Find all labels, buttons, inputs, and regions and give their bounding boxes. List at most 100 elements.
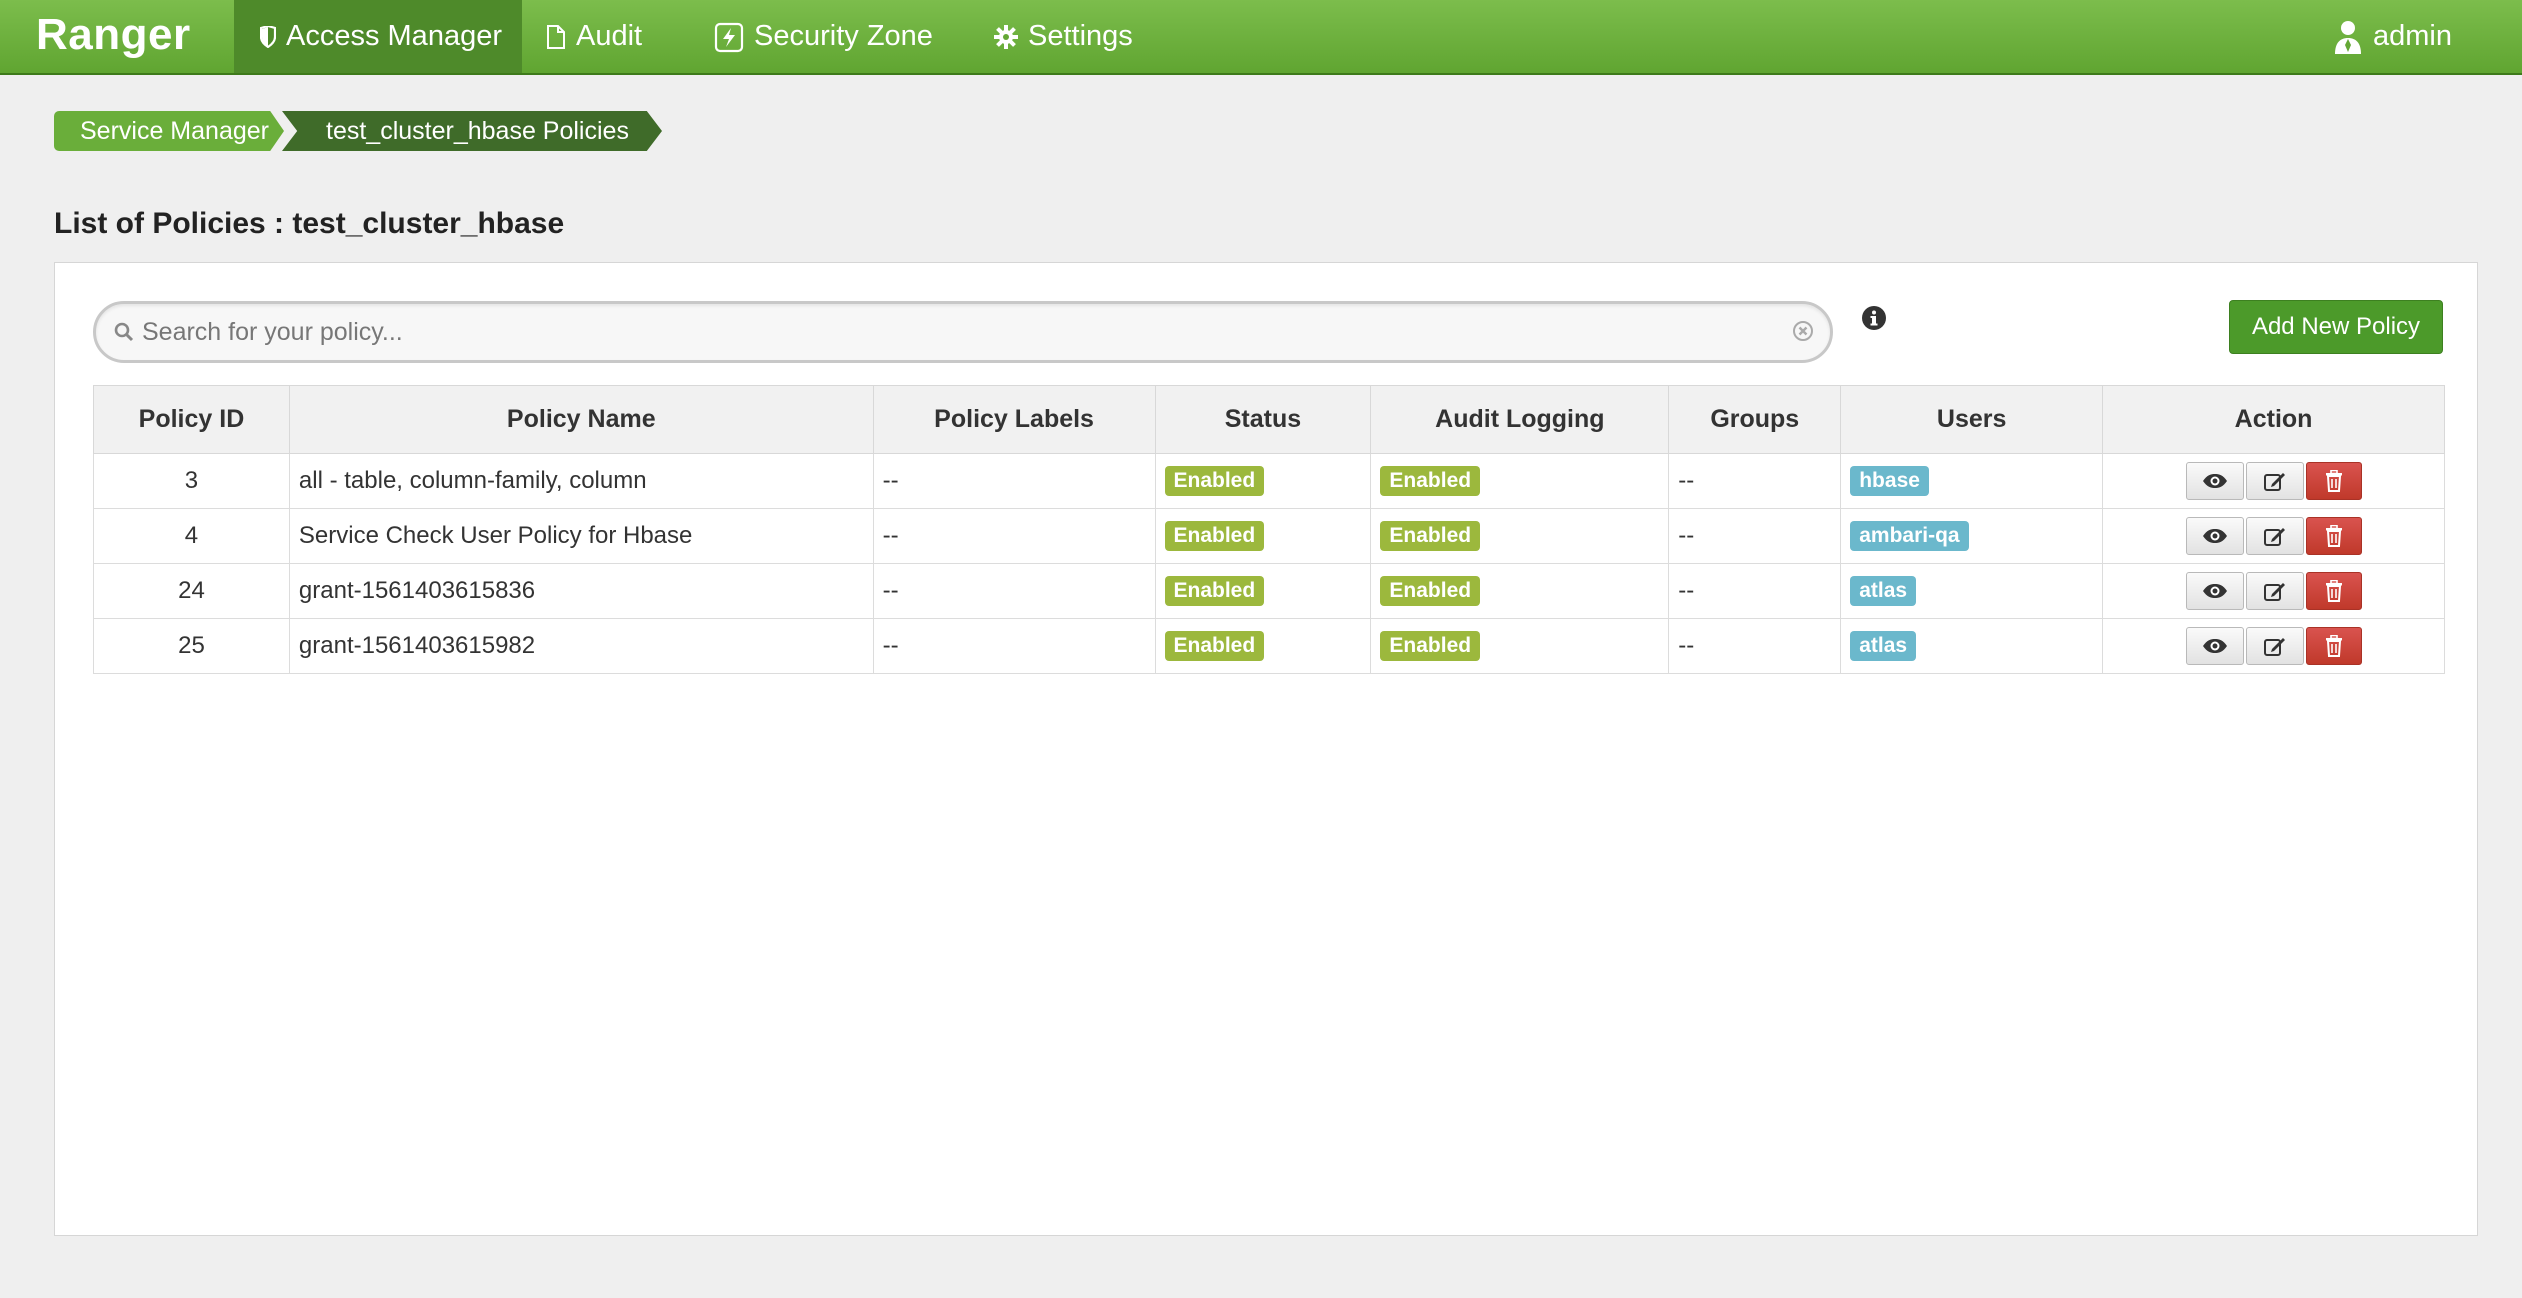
policy-labels: -- — [872, 453, 1156, 509]
nav-label: Access Manager — [286, 20, 502, 52]
status-badge: Enabled — [1164, 521, 1265, 551]
policy-labels: -- — [872, 618, 1156, 674]
nav-label: Audit — [576, 20, 643, 52]
edit-icon — [2263, 473, 2285, 491]
col-header-status: Status — [1154, 385, 1372, 454]
col-header-policy-labels: Policy Labels — [872, 385, 1156, 454]
breadcrumb-label: test_cluster_hbase Policies — [326, 116, 629, 145]
status-cell: Enabled — [1154, 618, 1372, 674]
users-cell: atlas — [1840, 563, 2104, 619]
status-cell: Enabled — [1154, 508, 1372, 564]
top-navbar: Ranger Access Manager Audit Security Zon… — [0, 0, 2522, 75]
policy-id-link[interactable]: 24 — [93, 563, 290, 619]
user-menu[interactable]: admin — [2333, 0, 2452, 73]
search-box[interactable] — [93, 301, 1833, 363]
nav-access-manager[interactable]: Access Manager — [234, 0, 522, 73]
action-cell — [2102, 508, 2445, 564]
nav-audit[interactable]: Audit — [546, 0, 642, 73]
user-badge: hbase — [1850, 466, 1929, 496]
brand-logo[interactable]: Ranger — [36, 10, 191, 60]
eye-icon — [2202, 584, 2227, 598]
nav-label: Settings — [1028, 20, 1133, 52]
view-policy-button[interactable] — [2185, 627, 2244, 665]
groups-cell: -- — [1668, 453, 1842, 509]
search-icon — [114, 322, 134, 347]
delete-policy-button[interactable] — [2305, 462, 2362, 500]
users-cell: hbase — [1840, 453, 2104, 509]
users-cell: atlas — [1840, 618, 2104, 674]
audit-logging-badge: Enabled — [1380, 521, 1481, 551]
audit-cell: Enabled — [1370, 618, 1670, 674]
delete-policy-button[interactable] — [2305, 627, 2362, 665]
trash-icon — [2325, 470, 2342, 492]
policy-id-link[interactable]: 25 — [93, 618, 290, 674]
eye-icon — [2202, 529, 2227, 543]
policy-labels: -- — [872, 508, 1156, 564]
trash-icon — [2325, 580, 2342, 602]
breadcrumb-label: Service Manager — [80, 116, 269, 145]
file-icon — [546, 24, 566, 49]
status-badge: Enabled — [1164, 466, 1265, 496]
table-row: 25 grant-1561403615982 -- Enabled Enable… — [93, 618, 2445, 674]
trash-icon — [2325, 635, 2342, 657]
action-cell — [2102, 618, 2445, 674]
table-row: 4 Service Check User Policy for Hbase --… — [93, 508, 2445, 564]
clear-search-icon[interactable] — [1792, 320, 1814, 347]
edit-icon — [2263, 638, 2285, 656]
col-header-policy-name[interactable]: Policy Name — [288, 385, 874, 454]
policies-table: Policy ID Policy Name Policy Labels Stat… — [93, 385, 2445, 674]
col-header-groups: Groups — [1668, 385, 1842, 454]
nav-settings[interactable]: Settings — [994, 0, 1133, 73]
status-badge: Enabled — [1164, 576, 1265, 606]
audit-logging-badge: Enabled — [1380, 631, 1481, 661]
edit-policy-button[interactable] — [2245, 627, 2304, 665]
lightning-icon — [714, 21, 744, 53]
breadcrumb-service-manager[interactable]: Service Manager — [54, 111, 284, 151]
info-icon[interactable] — [1861, 305, 1887, 336]
policy-name: grant-1561403615982 — [288, 618, 874, 674]
breadcrumb-current: test_cluster_hbase Policies — [282, 111, 662, 151]
add-new-policy-button[interactable]: Add New Policy — [2229, 300, 2443, 354]
delete-policy-button[interactable] — [2305, 517, 2362, 555]
policy-name: grant-1561403615836 — [288, 563, 874, 619]
trash-icon — [2325, 525, 2342, 547]
groups-cell: -- — [1668, 618, 1842, 674]
search-input[interactable] — [140, 312, 1764, 352]
col-header-policy-id[interactable]: Policy ID — [93, 385, 290, 454]
eye-icon — [2202, 639, 2227, 653]
view-policy-button[interactable] — [2185, 517, 2244, 555]
action-cell — [2102, 453, 2445, 509]
user-badge: atlas — [1850, 631, 1917, 661]
status-cell: Enabled — [1154, 453, 1372, 509]
groups-cell: -- — [1668, 508, 1842, 564]
edit-policy-button[interactable] — [2245, 517, 2304, 555]
status-badge: Enabled — [1164, 631, 1265, 661]
audit-cell: Enabled — [1370, 453, 1670, 509]
gear-icon — [994, 24, 1018, 49]
policy-id-link[interactable]: 4 — [93, 508, 290, 564]
edit-icon — [2263, 583, 2285, 601]
view-policy-button[interactable] — [2185, 572, 2244, 610]
groups-cell: -- — [1668, 563, 1842, 619]
table-header-row: Policy ID Policy Name Policy Labels Stat… — [93, 385, 2445, 454]
eye-icon — [2202, 474, 2227, 488]
page-title: List of Policies : test_cluster_hbase — [54, 207, 565, 240]
policy-labels: -- — [872, 563, 1156, 619]
policy-name: all - table, column-family, column — [288, 453, 874, 509]
nav-security-zone[interactable]: Security Zone — [714, 0, 933, 73]
edit-policy-button[interactable] — [2245, 462, 2304, 500]
shield-icon — [260, 25, 276, 48]
col-header-action: Action — [2102, 385, 2445, 454]
audit-cell: Enabled — [1370, 563, 1670, 619]
user-name: admin — [2373, 20, 2452, 52]
col-header-audit-logging: Audit Logging — [1370, 385, 1670, 454]
audit-cell: Enabled — [1370, 508, 1670, 564]
view-policy-button[interactable] — [2185, 462, 2244, 500]
action-cell — [2102, 563, 2445, 619]
edit-policy-button[interactable] — [2245, 572, 2304, 610]
user-badge: atlas — [1850, 576, 1917, 606]
policy-name: Service Check User Policy for Hbase — [288, 508, 874, 564]
delete-policy-button[interactable] — [2305, 572, 2362, 610]
user-badge: ambari-qa — [1850, 521, 1969, 551]
policy-id-link[interactable]: 3 — [93, 453, 290, 509]
